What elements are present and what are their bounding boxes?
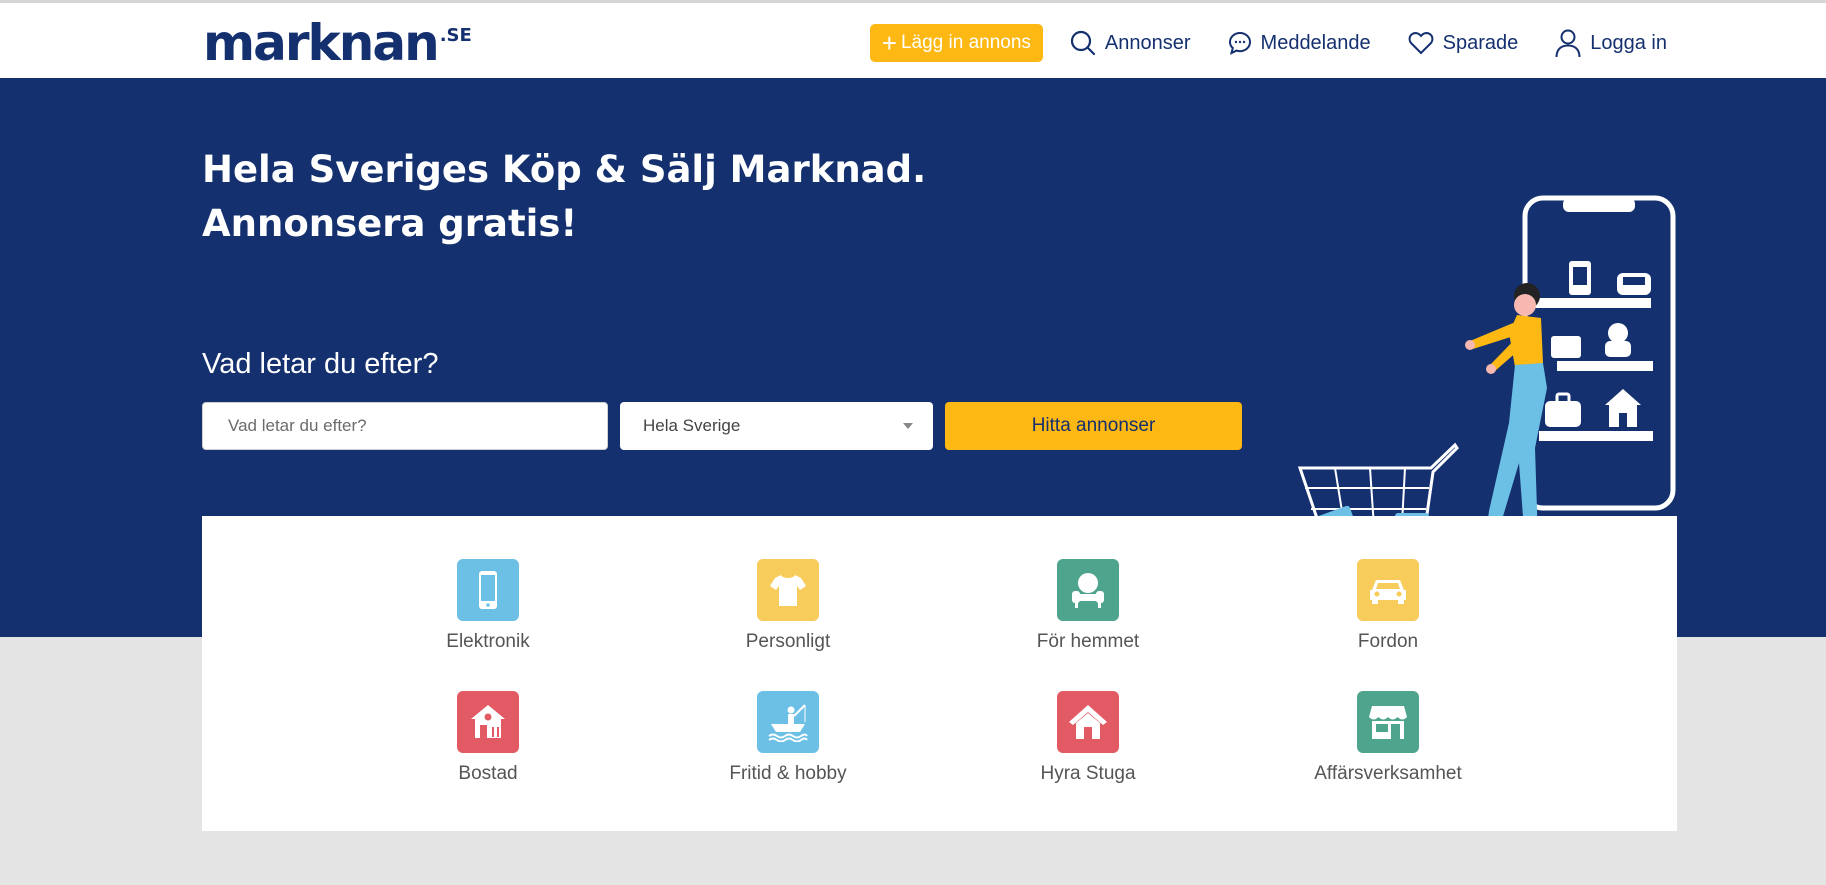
category-label: Fordon bbox=[1357, 631, 1419, 652]
nav-item-meddelande[interactable]: Meddelande bbox=[1227, 30, 1371, 56]
category-bostad[interactable]: Bostad bbox=[358, 691, 618, 785]
category-tile bbox=[1057, 559, 1119, 621]
category-for-hemmet[interactable]: För hemmet bbox=[958, 559, 1218, 653]
hero-title: Hela Sveriges Köp & Sälj Marknad. Annons… bbox=[202, 143, 926, 251]
chat-icon bbox=[1228, 31, 1251, 55]
category-personligt[interactable]: Personligt bbox=[658, 559, 918, 653]
tshirt-icon bbox=[770, 575, 806, 606]
nav-item-sparade[interactable]: Sparade bbox=[1407, 30, 1519, 56]
category-panel: Elektronik Personligt För hemmet Fordon … bbox=[202, 516, 1677, 831]
category-fritid-hobby[interactable]: Fritid & hobby bbox=[658, 691, 918, 785]
region-selected-value: Hela Sverige bbox=[643, 416, 741, 435]
cabin-icon bbox=[1069, 705, 1107, 739]
category-tile bbox=[457, 559, 519, 621]
category-tile bbox=[757, 691, 819, 753]
store-icon bbox=[1369, 706, 1407, 739]
site-header: marknan .SE + Lägg in annons Annonser Me… bbox=[0, 3, 1826, 78]
nav-label: Annonser bbox=[1104, 31, 1191, 54]
category-label: Personligt bbox=[745, 631, 831, 652]
hero-title-line2: Annonsera gratis! bbox=[202, 202, 578, 245]
category-label: Affärsverksamhet bbox=[1314, 763, 1462, 784]
hero-title-line1: Hela Sveriges Köp & Sälj Marknad. bbox=[202, 148, 927, 191]
nav-item-logga-in[interactable]: Logga in bbox=[1554, 28, 1667, 58]
category-elektronik[interactable]: Elektronik bbox=[358, 559, 618, 653]
nav-label: Logga in bbox=[1590, 31, 1667, 54]
nav-item-annonser[interactable]: Annonser bbox=[1069, 29, 1191, 57]
post-ad-button[interactable]: + Lägg in annons bbox=[869, 24, 1043, 62]
heart-icon bbox=[1408, 32, 1434, 55]
chevron-down-icon bbox=[903, 423, 913, 429]
category-label: För hemmet bbox=[1036, 631, 1140, 652]
find-ads-button[interactable]: Hitta annonser bbox=[945, 402, 1242, 450]
logo-text: marknan bbox=[203, 14, 440, 72]
armchair-icon bbox=[1072, 573, 1104, 608]
category-label: Hyra Stuga bbox=[1040, 763, 1136, 784]
plus-icon: + bbox=[881, 28, 897, 58]
car-icon bbox=[1370, 580, 1406, 604]
site-logo[interactable]: marknan .SE bbox=[203, 17, 472, 69]
category-label: Bostad bbox=[458, 763, 518, 784]
search-label: Vad letar du efter? bbox=[202, 348, 439, 380]
category-tile bbox=[757, 559, 819, 621]
category-tile bbox=[1357, 691, 1419, 753]
nav-label: Sparade bbox=[1442, 31, 1519, 54]
nav-label: Meddelande bbox=[1260, 31, 1371, 54]
logo-suffix: .SE bbox=[439, 25, 472, 46]
user-icon bbox=[1555, 29, 1581, 58]
house-icon bbox=[471, 705, 505, 738]
post-ad-label: Lägg in annons bbox=[900, 32, 1031, 53]
category-tile bbox=[1357, 559, 1419, 621]
category-affarsverksamhet[interactable]: Affärsverksamhet bbox=[1258, 691, 1518, 785]
category-label: Fritid & hobby bbox=[729, 763, 847, 784]
main-nav: + Lägg in annons Annonser Meddelande Spa… bbox=[869, 24, 1667, 62]
phone-icon bbox=[479, 571, 497, 609]
category-fordon[interactable]: Fordon bbox=[1258, 559, 1518, 653]
search-input[interactable] bbox=[202, 402, 608, 450]
category-hyra-stuga[interactable]: Hyra Stuga bbox=[958, 691, 1218, 785]
search-icon bbox=[1070, 30, 1096, 56]
fishing-boat-icon bbox=[768, 704, 808, 742]
category-tile bbox=[1057, 691, 1119, 753]
region-select[interactable]: Hela Sverige bbox=[620, 402, 933, 450]
category-label: Elektronik bbox=[446, 631, 530, 652]
category-tile bbox=[457, 691, 519, 753]
